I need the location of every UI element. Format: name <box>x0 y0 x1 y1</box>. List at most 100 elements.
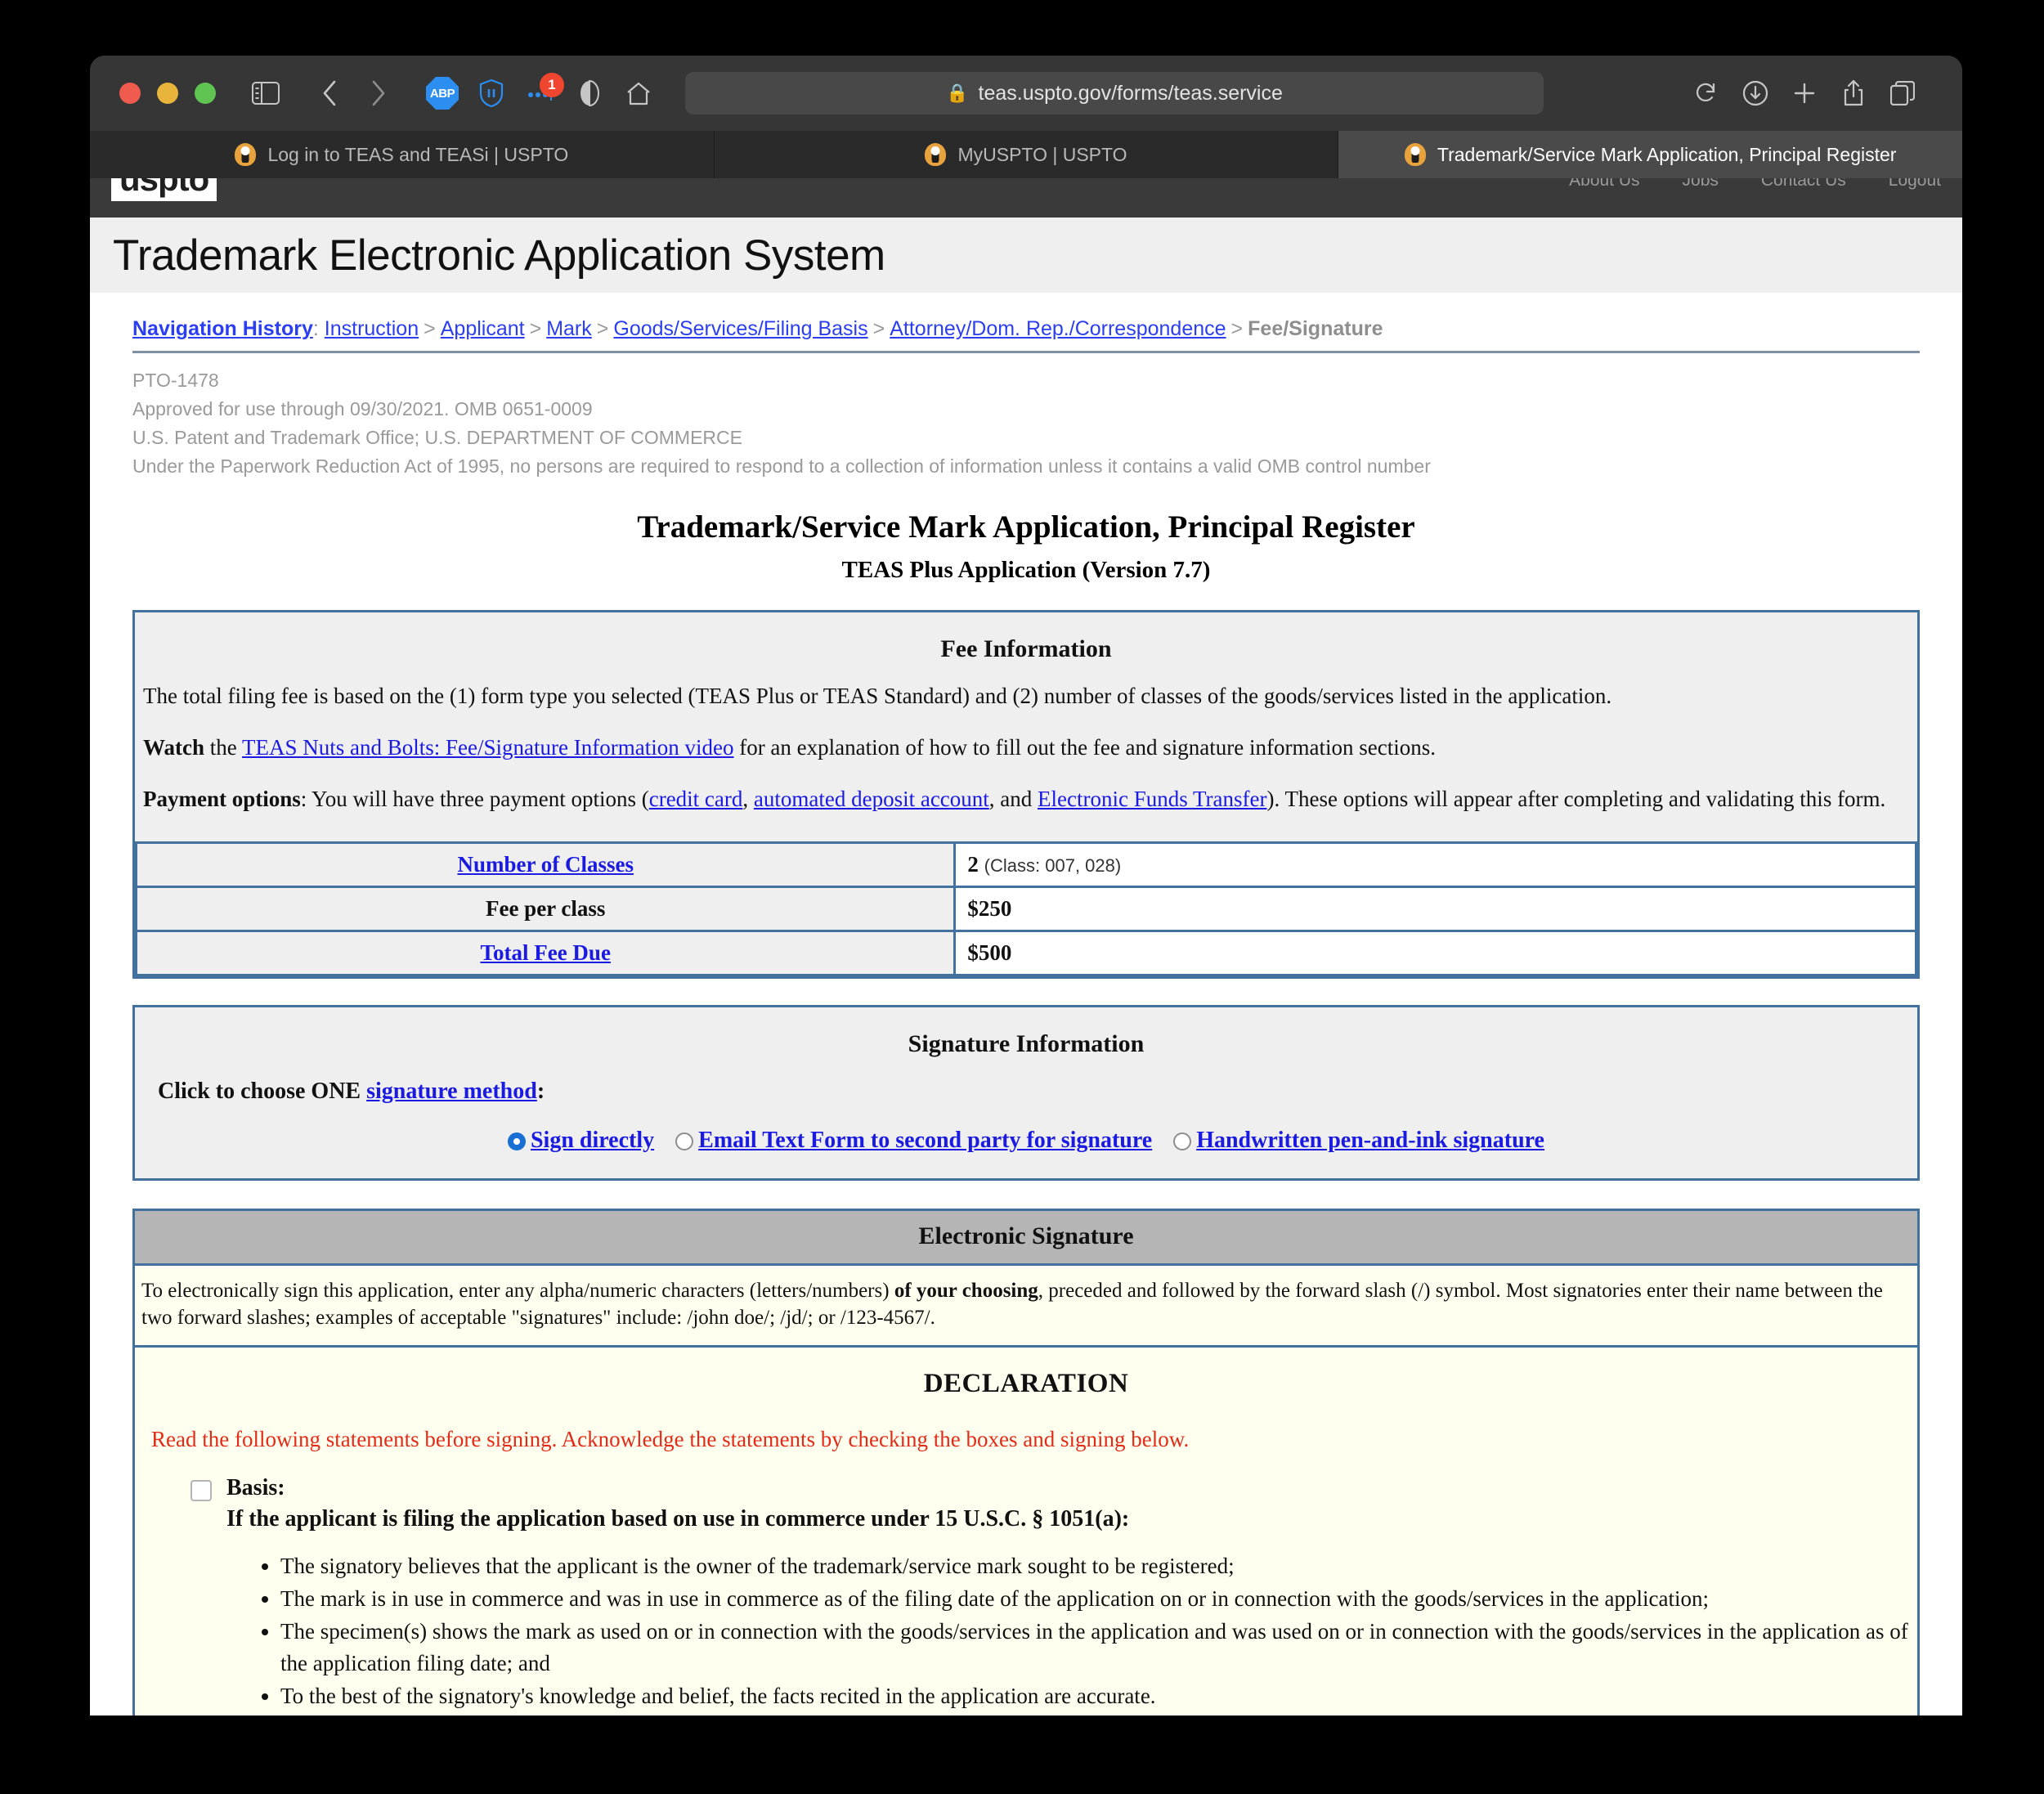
automated-deposit-account-link[interactable]: automated deposit account <box>754 787 989 811</box>
payment-post: ). These options will appear after compl… <box>1266 787 1886 812</box>
page-title: Trademark Electronic Application System <box>113 231 885 280</box>
electronic-funds-transfer-link[interactable]: Electronic Funds Transfer <box>1038 787 1266 811</box>
fee-row-value-number-of-classes: 2 (Class: 007, 028) <box>953 841 1917 888</box>
reload-icon[interactable] <box>1688 74 1725 112</box>
tab-trademark-application[interactable]: Trademark/Service Mark Application, Prin… <box>1338 131 1962 178</box>
esig-note-pre: To electronically sign this application,… <box>141 1279 894 1302</box>
breadcrumb-item-goods-services[interactable]: Goods/Services/Filing Basis <box>613 317 867 340</box>
site-nav-contact-us[interactable]: Contact Us <box>1761 178 1846 191</box>
tab-login-teas[interactable]: Log in to TEAS and TEASi | USPTO <box>90 131 715 178</box>
new-tab-icon[interactable] <box>1786 74 1823 112</box>
fee-row-key-fee-per-class: Fee per class <box>134 885 957 932</box>
fee-row-key-total-fee-due: Total Fee Due <box>134 929 957 976</box>
radio-handwritten[interactable] <box>1173 1132 1192 1150</box>
choose-post: : <box>536 1078 545 1104</box>
signature-option-label[interactable]: Sign directly <box>531 1125 654 1157</box>
signature-option-label[interactable]: Handwritten pen-and-ink signature <box>1196 1125 1544 1157</box>
page-viewport: uspto About Us Jobs Contact Us Logout Tr… <box>90 178 1962 1716</box>
breadcrumb-label[interactable]: Navigation History <box>132 317 313 340</box>
declaration-title: DECLARATION <box>923 1368 1129 1398</box>
choose-pre: Click to choose ONE <box>158 1078 367 1104</box>
tab-title: Trademark/Service Mark Application, Prin… <box>1437 143 1897 165</box>
electronic-signature-block: Electronic Signature To electronically s… <box>132 1208 1920 1716</box>
breadcrumb: Navigation History: Instruction > Applican… <box>132 293 1920 353</box>
breadcrumb-separator: > <box>1230 317 1244 340</box>
extensions-overflow-icon[interactable]: 1 <box>522 73 564 112</box>
esig-note-bold: of your choosing <box>894 1279 1038 1302</box>
extension-notification-badge: 1 <box>540 73 564 97</box>
pto-approval-line: Approved for use through 09/30/2021. OMB… <box>132 397 593 419</box>
uspto-favicon-icon <box>1404 143 1426 166</box>
total-fee-due-link[interactable]: Total Fee Due <box>480 940 610 965</box>
electronic-signature-heading: Electronic Signature <box>135 1210 1917 1266</box>
choose-signature-method-label: Click to choose ONE signature method: <box>140 1076 1912 1108</box>
fee-table: Number of Classes 2 (Class: 007, 028) Fe… <box>134 841 1917 976</box>
signature-option-sign-directly[interactable]: Sign directly <box>507 1125 654 1157</box>
address-bar[interactable]: 🔒 teas.uspto.gov/forms/teas.service <box>685 72 1544 114</box>
fee-watch-line: Watch the TEAS Nuts and Bolts: Fee/Signa… <box>140 733 1912 763</box>
breadcrumb-separator: > <box>872 317 885 340</box>
back-icon[interactable] <box>311 74 348 112</box>
signature-option-email-text-form[interactable]: Email Text Form to second party for sign… <box>675 1125 1152 1157</box>
payment-mid-2: , and <box>988 787 1038 812</box>
fee-row-key-number-of-classes: Number of Classes <box>134 841 957 888</box>
radio-sign-directly[interactable] <box>507 1132 526 1150</box>
watch-pre: the <box>204 735 243 760</box>
downloads-icon[interactable] <box>1737 74 1774 112</box>
number-of-classes-link[interactable]: Number of Classes <box>457 852 634 877</box>
tab-overview-icon[interactable] <box>1884 74 1921 112</box>
adblock-plus-icon[interactable]: ABP <box>424 74 461 112</box>
site-nav-jobs[interactable]: Jobs <box>1683 178 1719 191</box>
signature-option-label[interactable]: Email Text Form to second party for sign… <box>698 1125 1152 1157</box>
forward-icon[interactable] <box>360 74 397 112</box>
declaration-bullet-list: The signatory believes that the applican… <box>141 1550 1911 1712</box>
tab-title: Log in to TEAS and TEASi | USPTO <box>267 143 569 165</box>
signature-information-body: Click to choose ONE signature method: Si… <box>135 1076 1917 1178</box>
fee-intro-text: The total filing fee is based on the (1)… <box>143 683 1612 708</box>
minimize-window-button[interactable] <box>157 83 178 104</box>
browser-window: ABP 1 🔒 teas.uspto.gov/forms/teas.servic… <box>90 56 1962 1716</box>
fee-information-heading: Fee Information <box>940 635 1112 662</box>
signature-information-panel: Signature Information Click to choose ON… <box>132 1004 1920 1181</box>
payment-options-line: Payment options: You will have three pay… <box>140 784 1912 814</box>
sidebar-toggle-icon[interactable] <box>247 74 285 112</box>
reader-mode-icon[interactable] <box>571 74 608 112</box>
close-window-button[interactable] <box>119 83 141 104</box>
share-icon[interactable] <box>1835 74 1872 112</box>
breadcrumb-separator: > <box>424 317 436 340</box>
signature-method-link[interactable]: signature method <box>366 1079 537 1104</box>
teas-nuts-and-bolts-video-link[interactable]: TEAS Nuts and Bolts: Fee/Signature Infor… <box>242 735 733 760</box>
adblock-badge-label: ABP <box>426 77 459 110</box>
home-icon[interactable] <box>620 74 657 112</box>
basis-checkbox[interactable] <box>191 1479 212 1501</box>
breadcrumb-separator: > <box>596 317 609 340</box>
site-nav-about-us[interactable]: About Us <box>1569 178 1639 191</box>
breadcrumb-item-applicant[interactable]: Applicant <box>441 317 525 340</box>
pto-paperwork-line: Under the Paperwork Reduction Act of 199… <box>132 455 1431 477</box>
list-item: The signatory believes that the applican… <box>280 1550 1911 1581</box>
declaration-basis-row: Basis: <box>141 1475 1911 1501</box>
fee-information-body: The total filing fee is based on the (1)… <box>135 681 1917 830</box>
signature-option-handwritten[interactable]: Handwritten pen-and-ink signature <box>1173 1125 1544 1157</box>
browser-toolbar: ABP 1 🔒 teas.uspto.gov/forms/teas.servic… <box>90 56 1962 131</box>
number-of-classes-note: (Class: 007, 028) <box>984 854 1122 876</box>
breadcrumb-item-attorney[interactable]: Attorney/Dom. Rep./Correspondence <box>890 317 1226 340</box>
electronic-signature-instructions: To electronically sign this application,… <box>135 1265 1917 1348</box>
signature-method-radio-group: Sign directly Email Text Form to second … <box>140 1125 1912 1157</box>
shield-pause-icon[interactable] <box>473 74 510 112</box>
breadcrumb-colon: : <box>312 317 319 340</box>
radio-email-text-form[interactable] <box>675 1132 694 1150</box>
breadcrumb-item-mark[interactable]: Mark <box>546 317 592 340</box>
uspto-logo[interactable]: uspto <box>111 178 217 201</box>
credit-card-link[interactable]: credit card <box>649 787 743 811</box>
pto-office-line: U.S. Patent and Trademark Office; U.S. D… <box>132 426 742 448</box>
breadcrumb-item-instruction[interactable]: Instruction <box>325 317 419 340</box>
fee-row-value-total-fee-due: $500 <box>953 929 1917 976</box>
uspto-site-nav: About Us Jobs Contact Us Logout <box>1569 178 1941 191</box>
watch-bold: Watch <box>143 735 205 760</box>
tab-myuspto[interactable]: MyUSPTO | USPTO <box>715 131 1339 178</box>
maximize-window-button[interactable] <box>195 83 216 104</box>
uspto-site-header: uspto About Us Jobs Contact Us Logout <box>90 178 1962 218</box>
number-of-classes-value: 2 <box>967 851 979 877</box>
site-nav-logout[interactable]: Logout <box>1889 178 1941 191</box>
